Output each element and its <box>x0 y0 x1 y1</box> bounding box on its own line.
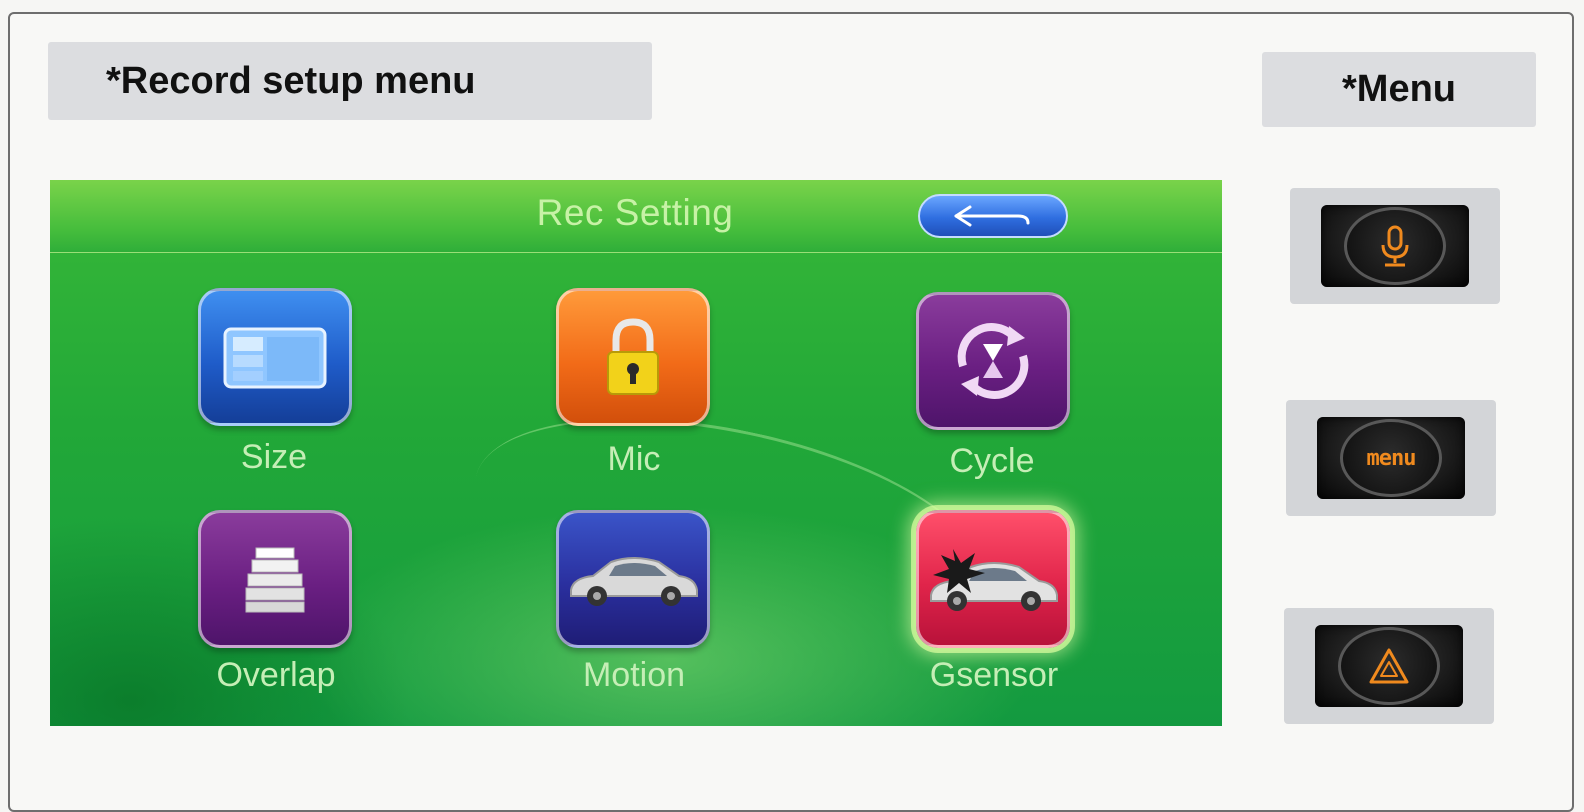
mic-label: Mic <box>607 440 661 478</box>
menu-hardware-button-frame: menu <box>1286 400 1496 516</box>
hazard-button-ring <box>1338 627 1440 705</box>
rec-setting-screen: Rec Setting Size Mic Cycle Overlap Motio… <box>50 180 1222 726</box>
motion-label: Motion <box>582 656 686 694</box>
mic-tile[interactable] <box>556 288 710 426</box>
gsensor-label: Gsensor <box>929 656 1059 694</box>
car-crash-icon <box>930 549 1058 611</box>
warning-triangle-icon <box>1369 648 1409 684</box>
mic-button-ring <box>1344 207 1446 285</box>
menu-label: *Menu <box>1262 52 1536 127</box>
record-setup-menu-label: *Record setup menu <box>48 42 652 120</box>
gsensor-tile[interactable] <box>916 510 1070 648</box>
size-label: Size <box>240 438 308 476</box>
cycle-icon <box>957 323 1029 399</box>
overlap-label: Overlap <box>216 656 336 694</box>
hazard-hardware-button[interactable] <box>1315 625 1463 707</box>
menu-label-text: *Menu <box>1342 68 1456 110</box>
menu-icon: menu <box>1366 445 1417 471</box>
menu-hardware-button[interactable]: menu <box>1317 417 1465 499</box>
size-icon <box>223 327 327 389</box>
mic-hardware-button[interactable] <box>1321 205 1469 287</box>
motion-tile[interactable] <box>556 510 710 648</box>
size-tile[interactable] <box>198 288 352 426</box>
car-icon <box>570 557 698 606</box>
menu-button-ring: menu <box>1340 419 1442 497</box>
mic-hardware-button-frame <box>1290 188 1500 304</box>
cycle-tile[interactable] <box>916 292 1070 430</box>
padlock-icon <box>607 318 659 395</box>
hazard-hardware-button-frame <box>1284 608 1494 724</box>
stack-icon <box>245 547 305 613</box>
back-button[interactable] <box>918 194 1068 238</box>
back-arrow-icon <box>954 205 1030 227</box>
record-setup-menu-text: *Record setup menu <box>106 59 476 102</box>
overlap-tile[interactable] <box>198 510 352 648</box>
microphone-icon <box>1381 225 1409 267</box>
cycle-label: Cycle <box>949 442 1035 480</box>
screen-title: Rec Setting <box>536 192 734 233</box>
